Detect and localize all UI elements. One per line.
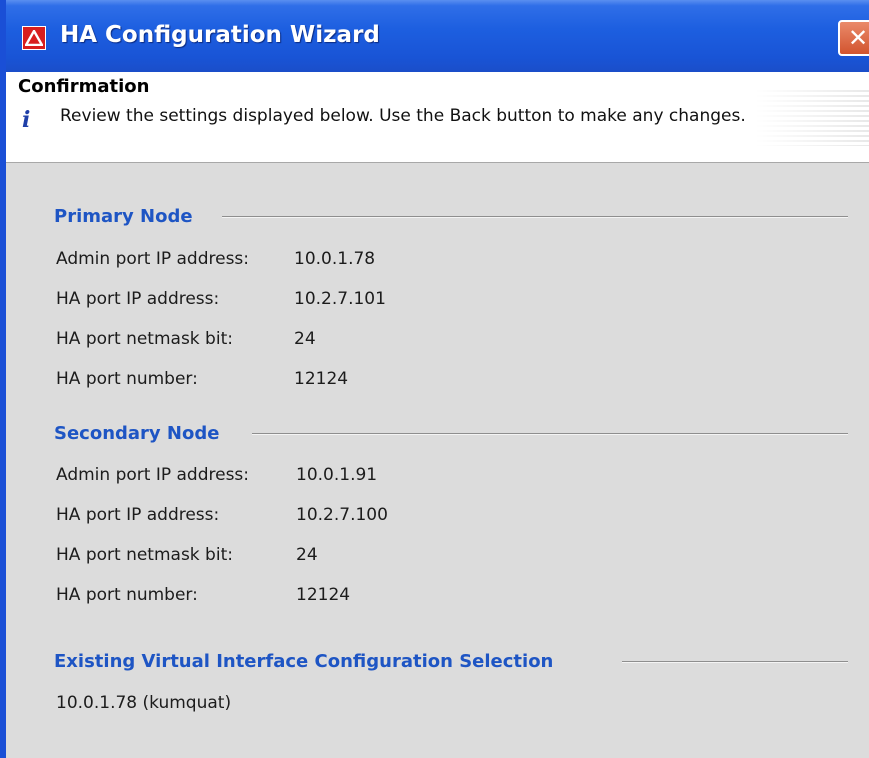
secondary-admin-ip-value: 10.0.1.91 (296, 465, 378, 485)
secondary-netmask-value: 24 (296, 545, 318, 565)
info-icon: i (22, 107, 31, 133)
page-title: Confirmation (18, 76, 150, 97)
primary-netmask-value: 24 (294, 329, 316, 349)
section-title-virtual-interface: Existing Virtual Interface Configuration… (54, 651, 554, 672)
secondary-ha-ip-value: 10.2.7.100 (296, 505, 388, 525)
secondary-admin-ip-label: Admin port IP address: (56, 465, 250, 485)
primary-port-value: 12124 (294, 369, 349, 389)
page-header: Confirmation i Review the settings displ… (6, 72, 869, 163)
section-divider (222, 216, 848, 218)
window-title: HA Configuration Wizard (60, 22, 380, 48)
secondary-ha-ip-label: HA port IP address: (56, 505, 220, 525)
section-divider (622, 661, 848, 663)
primary-admin-ip-label: Admin port IP address: (56, 249, 250, 269)
primary-netmask-label: HA port netmask bit: (56, 329, 233, 349)
virtual-interface-value: 10.0.1.78 (kumquat) (56, 693, 232, 713)
section-title-primary: Primary Node (54, 206, 193, 227)
wizard-window: HA Configuration Wizard ✕ Confirmation i… (0, 0, 869, 758)
secondary-port-label: HA port number: (56, 585, 198, 605)
primary-port-label: HA port number: (56, 369, 198, 389)
secondary-netmask-label: HA port netmask bit: (56, 545, 233, 565)
app-logo-icon (22, 26, 46, 50)
primary-ha-ip-value: 10.2.7.101 (294, 289, 386, 309)
page-description: Review the settings displayed below. Use… (60, 106, 746, 126)
close-button[interactable]: ✕ (838, 20, 869, 56)
primary-ha-ip-label: HA port IP address: (56, 289, 220, 309)
section-divider (252, 433, 848, 435)
title-bar[interactable]: HA Configuration Wizard ✕ (6, 0, 869, 72)
section-title-secondary: Secondary Node (54, 423, 220, 444)
secondary-port-value: 12124 (296, 585, 351, 605)
primary-admin-ip-value: 10.0.1.78 (294, 249, 376, 269)
close-icon: ✕ (847, 24, 869, 52)
